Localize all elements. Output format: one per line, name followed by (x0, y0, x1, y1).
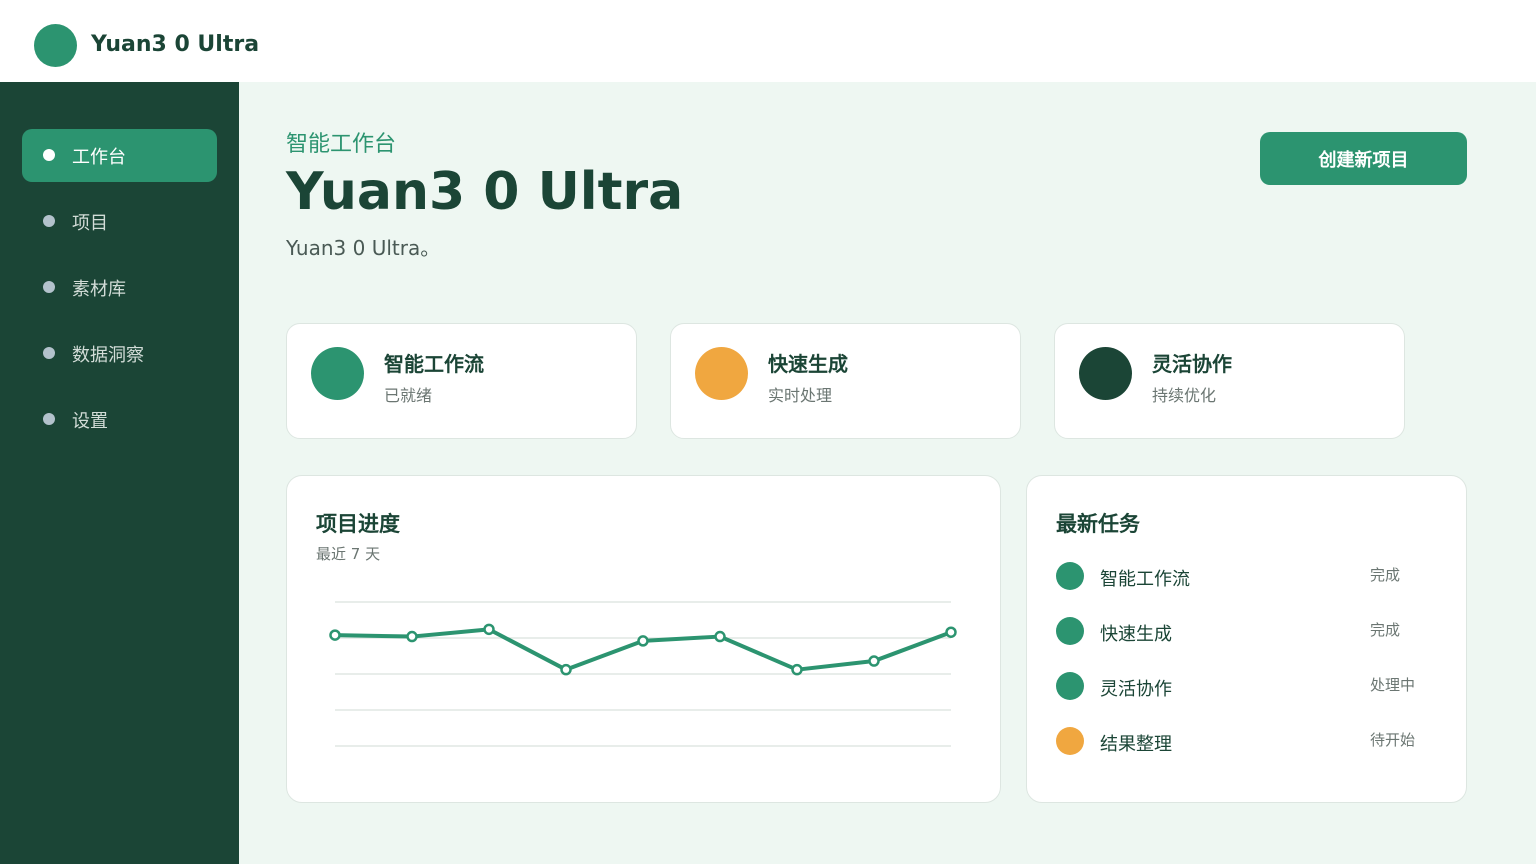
sidebar-item-label: 设置 (72, 411, 108, 432)
progress-panel: 项目进度 最近 7 天 (286, 475, 1001, 803)
task-status-dot-icon (1056, 727, 1084, 755)
task-name: 快速生成 (1100, 624, 1172, 645)
data-point (945, 626, 957, 638)
data-point (329, 629, 341, 641)
logo-icon (34, 24, 77, 67)
data-point (483, 623, 495, 636)
data-point (714, 630, 726, 643)
stat-subtitle: 实时处理 (768, 386, 833, 405)
sidebar-item-assets[interactable]: 素材库 (22, 261, 217, 314)
app-title: Yuan3 0 Ultra (91, 32, 260, 57)
task-row[interactable]: 快速生成 完成 (1056, 615, 1436, 647)
data-point (791, 663, 803, 676)
data-point (560, 663, 572, 676)
data-point (406, 630, 418, 643)
task-row[interactable]: 灵活协作 处理中 (1056, 670, 1436, 702)
bullet-icon (43, 413, 55, 425)
status-circle-icon (695, 347, 748, 400)
sidebar-item-label: 工作台 (72, 147, 126, 168)
sidebar-item-label: 素材库 (72, 279, 126, 300)
task-name: 智能工作流 (1100, 569, 1190, 590)
tasks-panel: 最新任务 智能工作流 完成 快速生成 完成 灵活协作 处理中 结果整理 待开始 (1026, 475, 1467, 803)
status-circle-icon (1079, 347, 1132, 400)
bullet-icon (43, 215, 55, 227)
sidebar-item-workbench[interactable]: 工作台 (22, 129, 217, 182)
tasks-title: 最新任务 (1056, 512, 1140, 536)
stat-subtitle: 持续优化 (1152, 386, 1217, 405)
task-row[interactable]: 结果整理 待开始 (1056, 725, 1436, 757)
task-status: 待开始 (1370, 731, 1416, 749)
task-status: 完成 (1370, 566, 1401, 584)
progress-line-chart (329, 601, 957, 747)
task-name: 灵活协作 (1100, 679, 1172, 700)
data-point (637, 635, 649, 647)
sidebar-item-projects[interactable]: 项目 (22, 195, 217, 248)
stat-title: 智能工作流 (384, 352, 484, 376)
bullet-icon (43, 281, 55, 293)
data-point (868, 655, 880, 667)
task-status: 完成 (1370, 621, 1401, 639)
bullet-icon (43, 149, 55, 161)
sidebar-item-insights[interactable]: 数据洞察 (22, 327, 217, 380)
sidebar-item-settings[interactable]: 设置 (22, 393, 217, 446)
page-eyebrow: 智能工作台 (286, 132, 397, 157)
stat-title: 灵活协作 (1152, 352, 1232, 376)
page-subtitle: Yuan3 0 Ultra。 (286, 236, 441, 260)
bullet-icon (43, 347, 55, 359)
page-title: Yuan3 0 Ultra (286, 162, 684, 222)
task-status-dot-icon (1056, 672, 1084, 700)
task-row[interactable]: 智能工作流 完成 (1056, 560, 1436, 592)
stat-card-workflow: 智能工作流 已就绪 (286, 323, 637, 439)
stat-card-collaboration: 灵活协作 持续优化 (1054, 323, 1405, 439)
task-name: 结果整理 (1100, 734, 1172, 755)
stat-subtitle: 已就绪 (384, 386, 433, 405)
sidebar: 工作台 项目 素材库 数据洞察 设置 (0, 82, 239, 864)
task-status-dot-icon (1056, 562, 1084, 590)
create-project-button[interactable]: 创建新项目 (1260, 132, 1467, 185)
top-bar: Yuan3 0 Ultra (0, 0, 1536, 82)
sidebar-item-label: 数据洞察 (72, 345, 144, 366)
task-status: 处理中 (1370, 676, 1416, 694)
status-circle-icon (311, 347, 364, 400)
stat-card-generation: 快速生成 实时处理 (670, 323, 1021, 439)
stat-title: 快速生成 (768, 352, 848, 376)
task-status-dot-icon (1056, 617, 1084, 645)
sidebar-item-label: 项目 (72, 213, 108, 234)
